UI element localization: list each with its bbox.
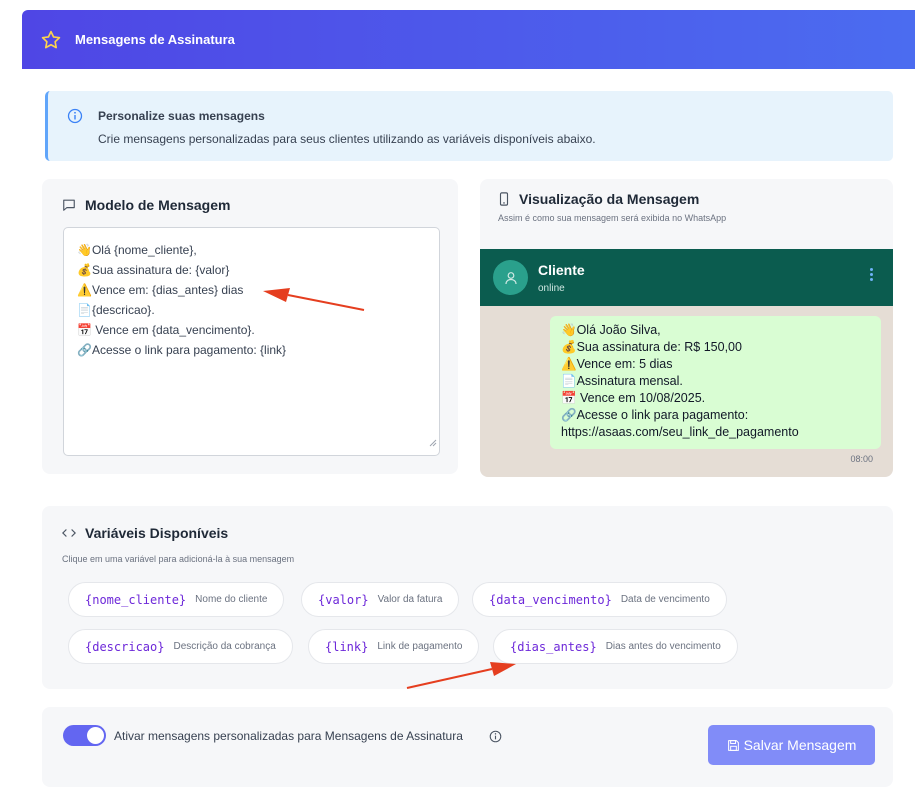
enable-custom-messages-toggle[interactable] [63, 725, 106, 746]
preview-line: 📅 Vence em 10/08/2025. [561, 391, 706, 405]
code-icon [62, 529, 76, 537]
variable-desc: Link de pagamento [377, 641, 463, 652]
preview-subtitle: Assim é como sua mensagem será exibida n… [498, 213, 727, 223]
avatar [493, 260, 528, 295]
template-line: 🔗Acesse o link para pagamento: {link} [77, 343, 287, 357]
message-square-icon [63, 199, 75, 211]
main-content: Personalize suas mensagens Crie mensagen… [22, 69, 915, 790]
variable-code: {descricao} [85, 639, 165, 654]
save-button-label: Salvar Mensagem [743, 737, 857, 753]
variable-chip-data-vencimento[interactable]: {data_vencimento} Data de vencimento [472, 582, 727, 617]
save-icon [727, 739, 739, 751]
preview-line: 👋Olá João Silva, [561, 323, 661, 337]
preview-line: 📄Assinatura mensal. [561, 374, 683, 388]
resize-handle-icon[interactable] [429, 433, 437, 453]
template-card: Modelo de Mensagem 👋Olá {nome_cliente}, … [42, 179, 458, 474]
page-title: Mensagens de Assinatura [75, 32, 235, 47]
page-header: Mensagens de Assinatura [22, 10, 915, 69]
preview-line: https://asaas.com/seu_link_de_pagamento [561, 425, 799, 439]
message-template-textarea[interactable]: 👋Olá {nome_cliente}, 💰Sua assinatura de:… [63, 227, 440, 456]
info-text: Crie mensagens personalizadas para seus … [98, 132, 596, 146]
template-title-text: Modelo de Mensagem [85, 197, 231, 213]
variable-code: {data_vencimento} [489, 592, 612, 607]
info-icon [67, 108, 83, 129]
contact-status: online [538, 283, 565, 294]
smartphone-icon [499, 192, 509, 206]
more-vertical-icon[interactable] [870, 268, 873, 281]
variable-code: {nome_cliente} [85, 592, 187, 607]
variable-chip-valor[interactable]: {valor} Valor da fatura [301, 582, 460, 617]
variables-card: Variáveis Disponíveis Clique em uma vari… [42, 506, 893, 689]
template-card-title: Modelo de Mensagem [62, 197, 230, 213]
template-line: 👋Olá {nome_cliente}, [77, 243, 197, 257]
template-line: 📅 Vence em {data_vencimento}. [77, 323, 255, 337]
page: Mensagens de Assinatura Personalize suas… [0, 0, 915, 790]
chat-area: 👋Olá João Silva, 💰Sua assinatura de: R$ … [480, 306, 893, 477]
preview-line: ⚠️Vence em: 5 dias [561, 357, 673, 371]
variables-card-title: Variáveis Disponíveis [62, 525, 228, 541]
variable-desc: Valor da fatura [377, 594, 443, 605]
variable-chip-link[interactable]: {link} Link de pagamento [308, 629, 480, 664]
preview-card: Visualização da Mensagem Assim é como su… [480, 179, 893, 477]
preview-card-title: Visualização da Mensagem [498, 191, 699, 207]
preview-line: 🔗Acesse o link para pagamento: [561, 408, 749, 422]
help-circle-icon[interactable] [489, 730, 502, 748]
whatsapp-header: Cliente online [480, 249, 893, 306]
contact-name: Cliente [538, 262, 585, 278]
save-message-button[interactable]: Salvar Mensagem [708, 725, 875, 765]
variable-desc: Data de vencimento [620, 594, 710, 605]
variables-subtitle: Clique em uma variável para adicioná-la … [62, 554, 295, 564]
settings-footer: Ativar mensagens personalizadas para Men… [42, 707, 893, 787]
variable-desc: Dias antes do vencimento [605, 641, 721, 652]
message-time: 08:00 [850, 454, 873, 464]
user-icon [504, 271, 517, 284]
template-line: 📄{descricao}. [77, 303, 155, 317]
template-line: 💰Sua assinatura de: {valor} [77, 263, 230, 277]
variable-chip-nome-cliente[interactable]: {nome_cliente} Nome do cliente [68, 582, 285, 617]
star-icon [40, 29, 62, 51]
info-banner: Personalize suas mensagens Crie mensagen… [45, 91, 893, 161]
variable-code: {dias_antes} [510, 639, 597, 654]
template-line: ⚠️Vence em: {dias_antes} dias [77, 283, 244, 297]
toggle-label: Ativar mensagens personalizadas para Men… [114, 729, 463, 743]
variable-desc: Descrição da cobrança [173, 641, 276, 652]
variable-code: {link} [325, 639, 369, 654]
preview-title-text: Visualização da Mensagem [519, 191, 700, 207]
variable-chip-descricao[interactable]: {descricao} Descrição da cobrança [68, 629, 293, 664]
variable-desc: Nome do cliente [195, 594, 268, 605]
variable-code: {valor} [318, 592, 369, 607]
variables-title-text: Variáveis Disponíveis [85, 525, 229, 541]
toggle-knob [87, 727, 104, 744]
message-bubble: 👋Olá João Silva, 💰Sua assinatura de: R$ … [550, 316, 881, 449]
preview-line: 💰Sua assinatura de: R$ 150,00 [561, 340, 742, 354]
variable-chip-dias-antes[interactable]: {dias_antes} Dias antes do vencimento [493, 629, 738, 664]
info-title: Personalize suas mensagens [98, 109, 265, 123]
